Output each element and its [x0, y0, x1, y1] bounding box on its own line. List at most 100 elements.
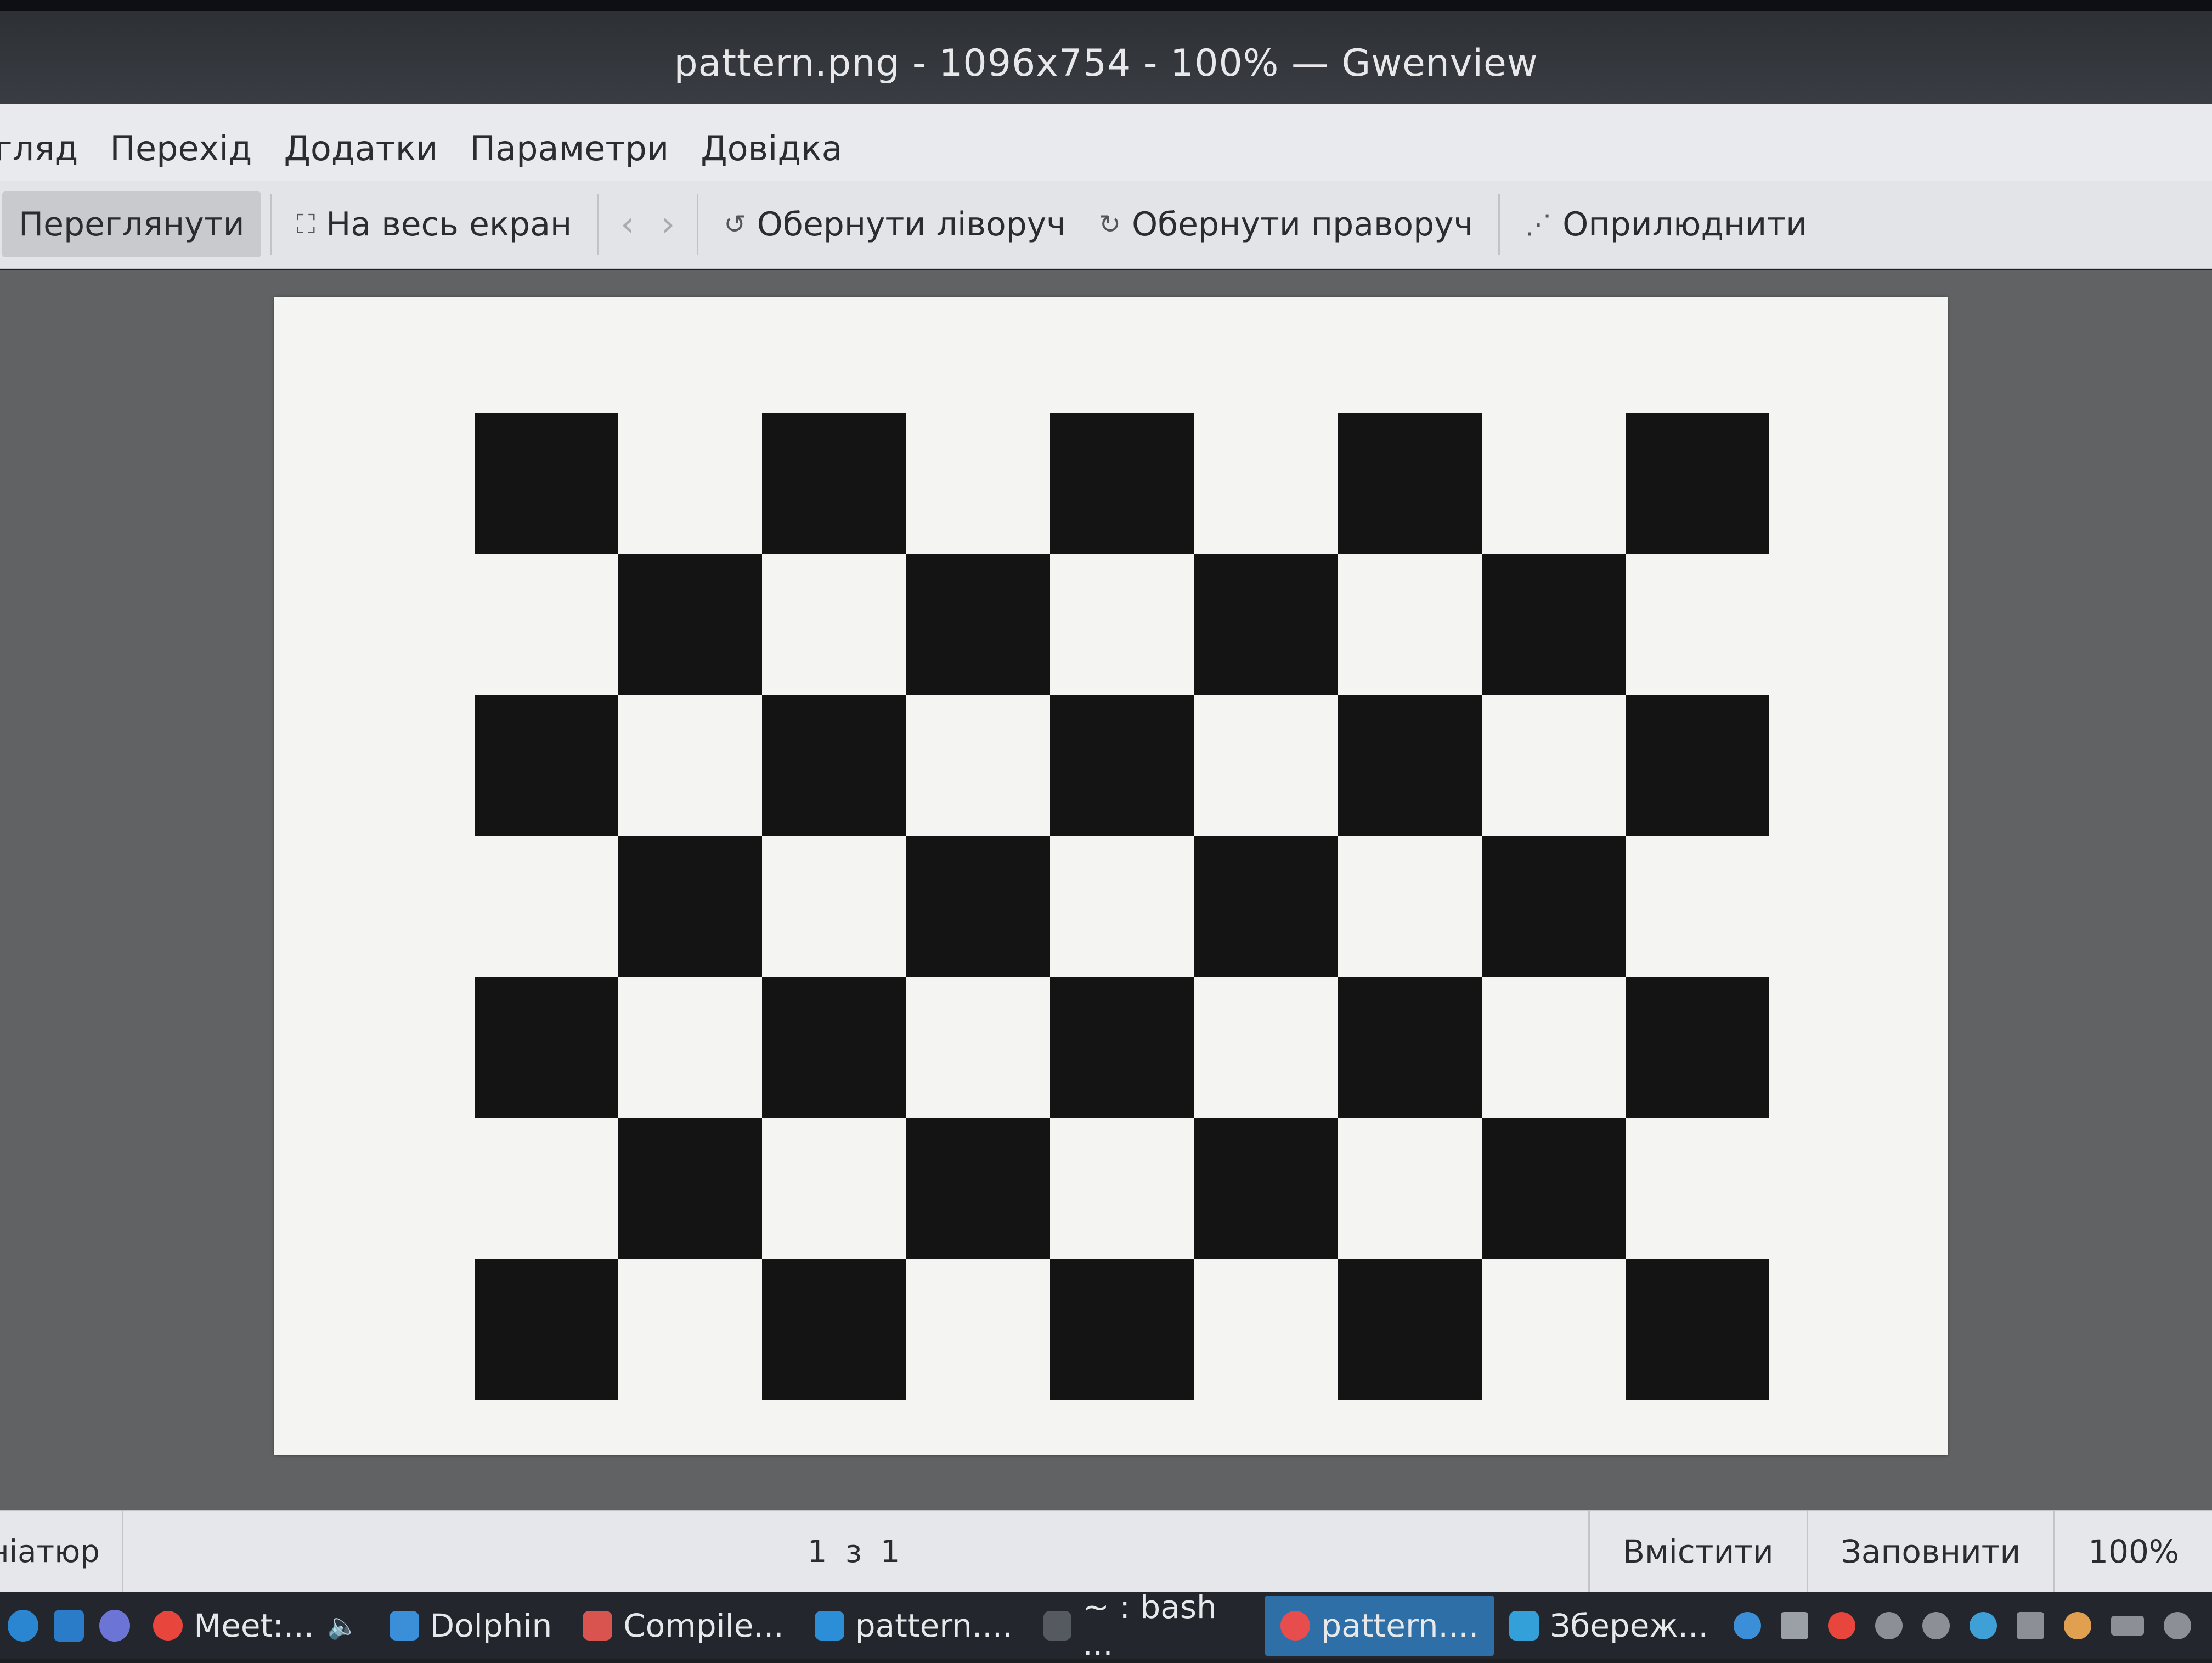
fullscreen-label: На весь екран	[326, 205, 572, 244]
notes-icon[interactable]	[2017, 1612, 2044, 1639]
checker-square-light	[1626, 836, 1769, 977]
task-item[interactable]: pattern....	[1265, 1596, 1494, 1656]
checker-square-dark	[475, 695, 619, 836]
checker-square-light	[1194, 695, 1338, 836]
task-label: ~ : bash ...	[1082, 1588, 1217, 1663]
zoom-button[interactable]: 100%	[2053, 1510, 2212, 1593]
checker-square-light	[618, 1259, 762, 1400]
rotate-left-button[interactable]: ↺ Обернути ліворуч	[707, 191, 1082, 257]
checker-square-light	[618, 413, 762, 554]
checker-square-dark	[475, 1259, 619, 1400]
task-item[interactable]: Compile...	[567, 1596, 799, 1656]
checker-square-dark	[1481, 836, 1626, 977]
toolbar: Переглянути ⛶ На весь екран ‹ › ↺ Оберну…	[0, 181, 2212, 269]
task-label: Збереж...	[1550, 1607, 1708, 1644]
checker-square-dark	[1625, 977, 1769, 1118]
browse-button[interactable]: Переглянути	[2, 191, 261, 257]
vscode-icon	[814, 1611, 844, 1641]
checker-square-dark	[906, 554, 1050, 695]
checker-square-dark	[618, 1118, 763, 1259]
checker-square-light	[762, 554, 906, 695]
system-tray	[1724, 1612, 2212, 1639]
page-count: 1 з 1	[807, 1534, 905, 1570]
menu-bar: гляд Перехід Додатки Параметри Довідка	[0, 104, 2212, 192]
task-item[interactable]: Збереж...	[1494, 1596, 1724, 1656]
checker-square-dark	[762, 413, 906, 554]
menu-plugins[interactable]: Додатки	[284, 125, 438, 172]
thumbnails-label: ніатюр	[0, 1534, 100, 1570]
checker-square-dark	[1049, 1259, 1194, 1400]
media-icon[interactable]	[1922, 1612, 1950, 1639]
rotate-right-icon: ↻	[1098, 209, 1121, 240]
checker-square-dark	[1338, 1259, 1482, 1400]
taskbar: Meet:... 🔈 Dolphin Compile... pattern...…	[0, 1588, 2212, 1663]
checker-square-light	[618, 977, 762, 1118]
checker-square-dark	[1049, 977, 1194, 1118]
previous-icon[interactable]: ‹	[607, 204, 648, 245]
terminal-icon	[1043, 1611, 1072, 1641]
save-icon	[1509, 1611, 1539, 1641]
discord-icon[interactable]	[99, 1610, 131, 1642]
thumbnails-button[interactable]: ніатюр	[0, 1510, 123, 1593]
vscode-icon[interactable]	[53, 1610, 84, 1642]
checker-square-dark	[475, 413, 619, 554]
checker-square-dark	[475, 977, 619, 1118]
checker-square-light	[906, 977, 1050, 1118]
fit-button[interactable]: Вмістити	[1588, 1510, 1807, 1593]
task-item[interactable]: pattern....	[799, 1596, 1028, 1656]
menu-help[interactable]: Довідка	[701, 125, 842, 172]
menu-view[interactable]: гляд	[0, 125, 78, 172]
checkerboard-image	[475, 413, 1769, 1400]
rotate-right-button[interactable]: ↻ Обернути праворуч	[1082, 191, 1489, 257]
task-label: Compile...	[623, 1607, 784, 1644]
notifications-icon[interactable]	[2064, 1612, 2091, 1639]
checker-square-dark	[1049, 695, 1194, 836]
share-label: Оприлюднити	[1562, 205, 1808, 244]
checker-square-light	[1194, 413, 1338, 554]
updates-icon[interactable]	[1875, 1612, 1903, 1639]
checker-square-dark	[1625, 1259, 1769, 1400]
battery-icon[interactable]	[2111, 1616, 2144, 1636]
task-label: pattern....	[1321, 1607, 1479, 1644]
task-item[interactable]: Dolphin	[374, 1596, 568, 1656]
rotate-right-label: Обернути праворуч	[1131, 205, 1474, 244]
fullscreen-button[interactable]: ⛶ На весь екран	[280, 191, 589, 257]
checker-square-light	[1338, 836, 1481, 977]
checker-square-light	[475, 836, 618, 977]
toolbar-separator	[597, 194, 599, 255]
checker-square-light	[1626, 1118, 1769, 1259]
image-viewer[interactable]	[0, 270, 2212, 1510]
toolbar-separator	[1498, 194, 1500, 255]
checker-square-light	[906, 413, 1050, 554]
network-icon[interactable]	[1970, 1612, 1997, 1639]
fill-label: Заповнити	[1841, 1533, 2021, 1570]
next-icon[interactable]: ›	[648, 204, 689, 245]
checker-square-dark	[1481, 1118, 1626, 1259]
clipboard-icon[interactable]	[1781, 1612, 1808, 1639]
kde-connect-icon[interactable]	[1734, 1612, 1761, 1639]
gwenview-icon	[1280, 1611, 1311, 1641]
checker-square-dark	[1481, 554, 1626, 695]
menu-settings[interactable]: Параметри	[470, 125, 669, 172]
task-item[interactable]: ~ : bash ...	[1028, 1588, 1266, 1663]
browse-label: Переглянути	[19, 205, 245, 244]
checker-square-dark	[1338, 695, 1482, 836]
image-canvas	[274, 297, 1948, 1455]
chrome-icon	[153, 1611, 183, 1641]
checker-square-light	[1050, 836, 1194, 977]
fill-button[interactable]: Заповнити	[1806, 1510, 2053, 1593]
compiler-icon	[583, 1611, 613, 1641]
task-label: pattern....	[855, 1607, 1013, 1644]
task-label: Dolphin	[430, 1607, 552, 1644]
volume-icon[interactable]	[2164, 1612, 2191, 1639]
checker-square-light	[1482, 1259, 1626, 1400]
share-button[interactable]: ⋰ Оприлюднити	[1509, 191, 1824, 257]
chrome-tray-icon[interactable]	[1828, 1612, 1855, 1639]
toolbar-separator	[269, 194, 272, 255]
telegram-icon[interactable]	[8, 1610, 38, 1642]
checker-square-dark	[762, 977, 906, 1118]
task-item[interactable]: Meet:... 🔈	[138, 1596, 374, 1656]
menu-go[interactable]: Перехід	[110, 125, 252, 172]
dolphin-icon	[389, 1611, 419, 1641]
rotate-left-label: Обернути ліворуч	[757, 205, 1066, 244]
